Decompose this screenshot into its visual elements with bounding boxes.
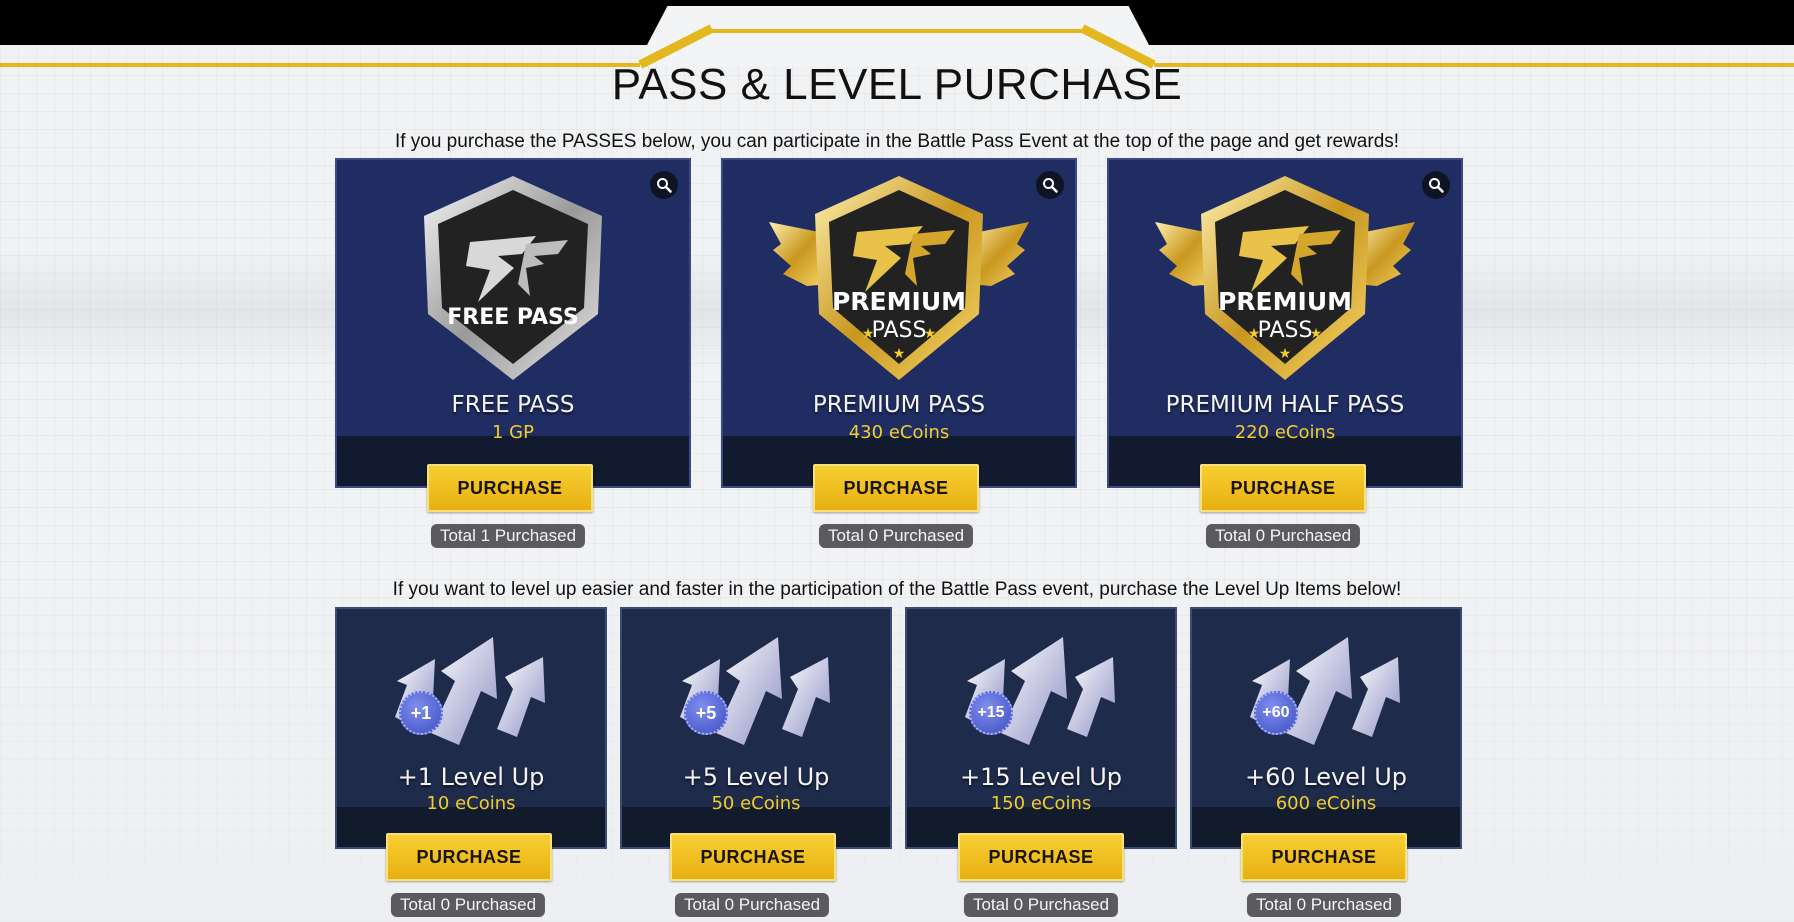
- level-price: 10 eCoins: [426, 793, 516, 814]
- purchase-level-5-button[interactable]: PURCHASE: [670, 833, 836, 881]
- level-badge: +60: [1254, 691, 1298, 735]
- svg-text:PASS: PASS: [1258, 318, 1313, 343]
- level-1-purchased-count: Total 0 Purchased: [390, 893, 546, 917]
- level-name: +15 Level Up: [959, 763, 1123, 791]
- level-price: 150 eCoins: [990, 793, 1092, 814]
- level-name: +1 Level Up: [397, 763, 545, 791]
- pass-card-free: FREE PASS FREE PASS 1 GP: [335, 158, 691, 488]
- header-gold-line-top: [710, 29, 1086, 33]
- svg-text:PASS: PASS: [872, 318, 927, 343]
- level-badge: +5: [684, 691, 728, 735]
- pass-name: PREMIUM HALF PASS: [1165, 392, 1405, 418]
- header-notch: [636, 6, 1160, 66]
- level-name: +60 Level Up: [1244, 763, 1408, 791]
- premium-half-pass-emblem-icon: PREMIUM PASS ★ ★ ★: [1155, 176, 1415, 380]
- page-title: PASS & LEVEL PURCHASE: [611, 60, 1183, 109]
- free-pass-emblem-icon: FREE PASS: [424, 176, 602, 380]
- pass-card-premium: PREMIUM PASS ★ ★ ★ PREMIUM PASS 430 eCoi…: [721, 158, 1077, 488]
- free-pass-purchased-count: Total 1 Purchased: [430, 524, 586, 548]
- svg-text:★: ★: [924, 325, 937, 341]
- purchase-premium-pass-button[interactable]: PURCHASE: [813, 464, 979, 512]
- level-5-purchased-count: Total 0 Purchased: [674, 893, 830, 917]
- level-card-60: +60 +60 Level Up 600 eCoins: [1190, 607, 1462, 849]
- level-card-5: +5 +5 Level Up 50 eCoins: [620, 607, 892, 849]
- level-60-purchased-count: Total 0 Purchased: [1246, 893, 1402, 917]
- level-badge: +15: [969, 691, 1013, 735]
- premium-half-pass-purchased-count: Total 0 Purchased: [1205, 524, 1361, 548]
- premium-pass-purchased-count: Total 0 Purchased: [818, 524, 974, 548]
- pass-name: PREMIUM PASS: [812, 392, 986, 418]
- purchase-level-1-button[interactable]: PURCHASE: [386, 833, 552, 881]
- premium-pass-emblem-icon: PREMIUM PASS ★ ★ ★: [769, 176, 1029, 380]
- svg-text:★: ★: [1279, 345, 1292, 361]
- level-name: +5 Level Up: [682, 763, 830, 791]
- pass-price: 430 eCoins: [848, 422, 950, 443]
- level-price: 50 eCoins: [711, 793, 801, 814]
- purchase-level-60-button[interactable]: PURCHASE: [1241, 833, 1407, 881]
- svg-text:FREE PASS: FREE PASS: [447, 305, 579, 330]
- level-15-purchased-count: Total 0 Purchased: [963, 893, 1119, 917]
- svg-text:★: ★: [862, 325, 875, 341]
- svg-text:★: ★: [1310, 325, 1323, 341]
- svg-text:★: ★: [893, 345, 906, 361]
- zoom-icon[interactable]: [650, 171, 678, 199]
- level-badge: +1: [399, 691, 443, 735]
- level-card-15: +15 +15 Level Up 150 eCoins: [905, 607, 1177, 849]
- levels-intro-text: If you want to level up easier and faste…: [392, 579, 1402, 600]
- pass-price: 220 eCoins: [1234, 422, 1336, 443]
- svg-text:★: ★: [1248, 325, 1261, 341]
- svg-text:PREMIUM: PREMIUM: [832, 287, 966, 316]
- level-card-1: +1 +1 Level Up 10 eCoins: [335, 607, 607, 849]
- purchase-free-pass-button[interactable]: PURCHASE: [427, 464, 593, 512]
- zoom-icon[interactable]: [1422, 171, 1450, 199]
- pass-price: 1 GP: [492, 422, 534, 443]
- purchase-level-15-button[interactable]: PURCHASE: [958, 833, 1124, 881]
- svg-text:PREMIUM: PREMIUM: [1218, 287, 1352, 316]
- zoom-icon[interactable]: [1036, 171, 1064, 199]
- level-price: 600 eCoins: [1275, 793, 1377, 814]
- passes-intro-text: If you purchase the PASSES below, you ca…: [394, 131, 1400, 152]
- pass-name: FREE PASS: [451, 392, 575, 418]
- purchase-premium-half-pass-button[interactable]: PURCHASE: [1200, 464, 1366, 512]
- pass-card-premium-half: PREMIUM PASS ★ ★ ★ PREMIUM HALF PASS 220…: [1107, 158, 1463, 488]
